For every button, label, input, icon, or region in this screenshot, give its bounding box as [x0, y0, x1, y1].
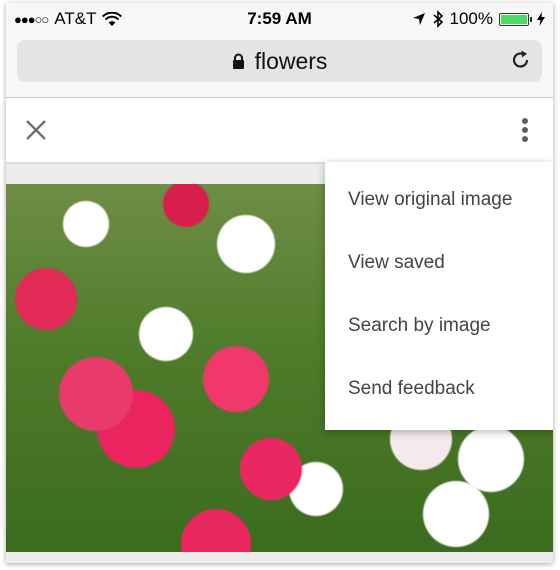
- menu-item-view-original-image[interactable]: View original image: [325, 168, 553, 231]
- reload-icon[interactable]: [510, 49, 532, 77]
- bluetooth-icon: [432, 10, 443, 28]
- status-right: 100%: [412, 9, 545, 29]
- more-vertical-icon: [522, 118, 528, 142]
- close-icon: [26, 120, 46, 140]
- menu-item-send-feedback[interactable]: Send feedback: [325, 357, 553, 420]
- address-text[interactable]: flowers: [255, 48, 328, 75]
- lock-icon: [232, 53, 245, 70]
- close-button[interactable]: [24, 118, 48, 142]
- image-bottom-margin: [6, 552, 553, 563]
- bolt-icon: [537, 12, 545, 26]
- battery-percent: 100%: [449, 9, 493, 28]
- battery-icon: [499, 12, 532, 26]
- status-bar: ●●●○○ AT&T 7:59 AM 100%: [6, 3, 553, 35]
- more-options-button[interactable]: [521, 117, 529, 145]
- image-viewer-toolbar: [6, 98, 553, 162]
- browser-window: ●●●○○ AT&T 7:59 AM 100% flowers View ori…: [6, 3, 553, 563]
- battery-fill: [501, 14, 527, 24]
- address-bar[interactable]: flowers: [17, 40, 542, 82]
- menu-item-view-saved[interactable]: View saved: [325, 231, 553, 294]
- location-arrow-icon: [412, 13, 425, 25]
- overflow-menu: View original image View saved Search by…: [325, 162, 553, 430]
- menu-item-search-by-image[interactable]: Search by image: [325, 294, 553, 357]
